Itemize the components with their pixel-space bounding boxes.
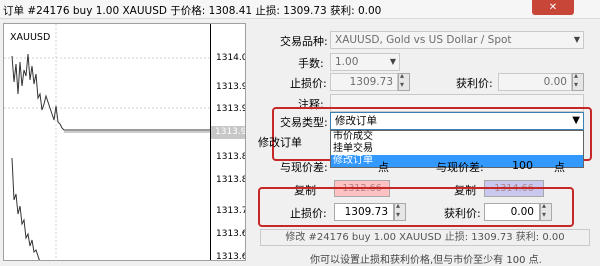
title-bar: 订单 #24176 buy 1.00 XAUUSD 于价格: 1308.41 止… [0,0,600,19]
price-tick: 1313.73 [216,206,245,216]
volume-label: 手数: [298,57,324,70]
stop-loss-label-2: 止损价: [290,207,327,220]
price-tick: 1313.68 [216,229,245,239]
volume-value: 1.00 [335,56,359,68]
stop-loss-input-value: 1309.73 [344,206,388,218]
chevron-down-icon: ▼ [572,115,580,126]
section-label: 修改订单 [258,136,302,149]
chevron-down-icon: ▼ [573,35,580,44]
take-profit-input[interactable]: 0.00 [484,203,540,221]
price-axis [210,24,211,260]
price-chart: XAUUSD 1314.06 1313.96 1313.91 1313.92 1… [3,23,246,261]
take-profit-input-stepper[interactable] [540,201,552,221]
order-panel: 交易品种: XAUUSD, Gold vs US Dollar / Spot ▼… [250,23,600,266]
take-profit-input-value: 0.00 [510,206,534,218]
price-line-low [11,157,40,260]
take-profit-value: 0.00 [543,76,567,88]
trade-type-select[interactable]: 修改订单 ▼ [330,112,584,130]
price-tick: 1313.63 [216,252,245,261]
current-price-tag: 1313.92 [211,126,245,139]
take-profit-stepper[interactable] [572,71,584,91]
chevron-down-icon: ▼ [389,57,396,66]
stop-loss-label: 止损价: [290,77,327,90]
modify-order-label: 修改 #24176 buy 1.00 XAUUSD 止损: 1309.73 获利… [285,232,565,243]
footnote-text: 你可以设置止损和获利价格,但与市价至少有 100 点. [310,255,542,266]
window-title: 订单 #24176 buy 1.00 XAUUSD 于价格: 1308.41 止… [3,5,382,17]
level-left-label: 与现价差: [280,161,328,174]
take-profit-field[interactable]: 0.00 [498,73,572,91]
price-tick: 1313.86 [216,152,245,162]
level-right-label: 与现价差: [436,161,484,174]
take-profit-label: 获利价: [456,77,493,90]
stop-loss-field[interactable]: 1309.73 [330,73,398,91]
modify-order-button[interactable]: 修改 #24176 buy 1.00 XAUUSD 止损: 1309.73 获利… [260,229,590,246]
price-tick: 1314.06 [216,53,245,63]
symbol-select[interactable]: XAUUSD, Gold vs US Dollar / Spot ▼ [330,31,584,49]
level-right-value: 100 [512,159,533,172]
dropdown-option-pending[interactable]: 挂单交易 [331,143,583,155]
close-button[interactable] [532,0,574,15]
level-right-unit: 点 [554,161,565,174]
price-tick: 1313.82 [216,175,245,185]
trade-type-label: 交易类型: [280,116,328,129]
stop-loss-input-stepper[interactable] [394,201,406,221]
stop-loss-input[interactable]: 1309.73 [334,203,394,221]
stop-loss-stepper[interactable] [398,71,410,91]
level-left-unit: 点 [378,161,389,174]
price-tick: 1313.91 [216,104,245,114]
symbol-value: XAUUSD, Gold vs US Dollar / Spot [335,34,512,46]
symbol-label: 交易品种: [280,35,328,48]
volume-select[interactable]: 1.00 ▼ [330,53,400,71]
stop-loss-value: 1309.73 [349,76,393,88]
take-profit-label-2: 获利价: [444,207,481,220]
trade-type-value: 修改订单 [335,115,377,127]
price-line [11,53,210,131]
price-tick: 1313.96 [216,82,245,92]
dropdown-option-market[interactable]: 市价成交 [331,131,583,143]
